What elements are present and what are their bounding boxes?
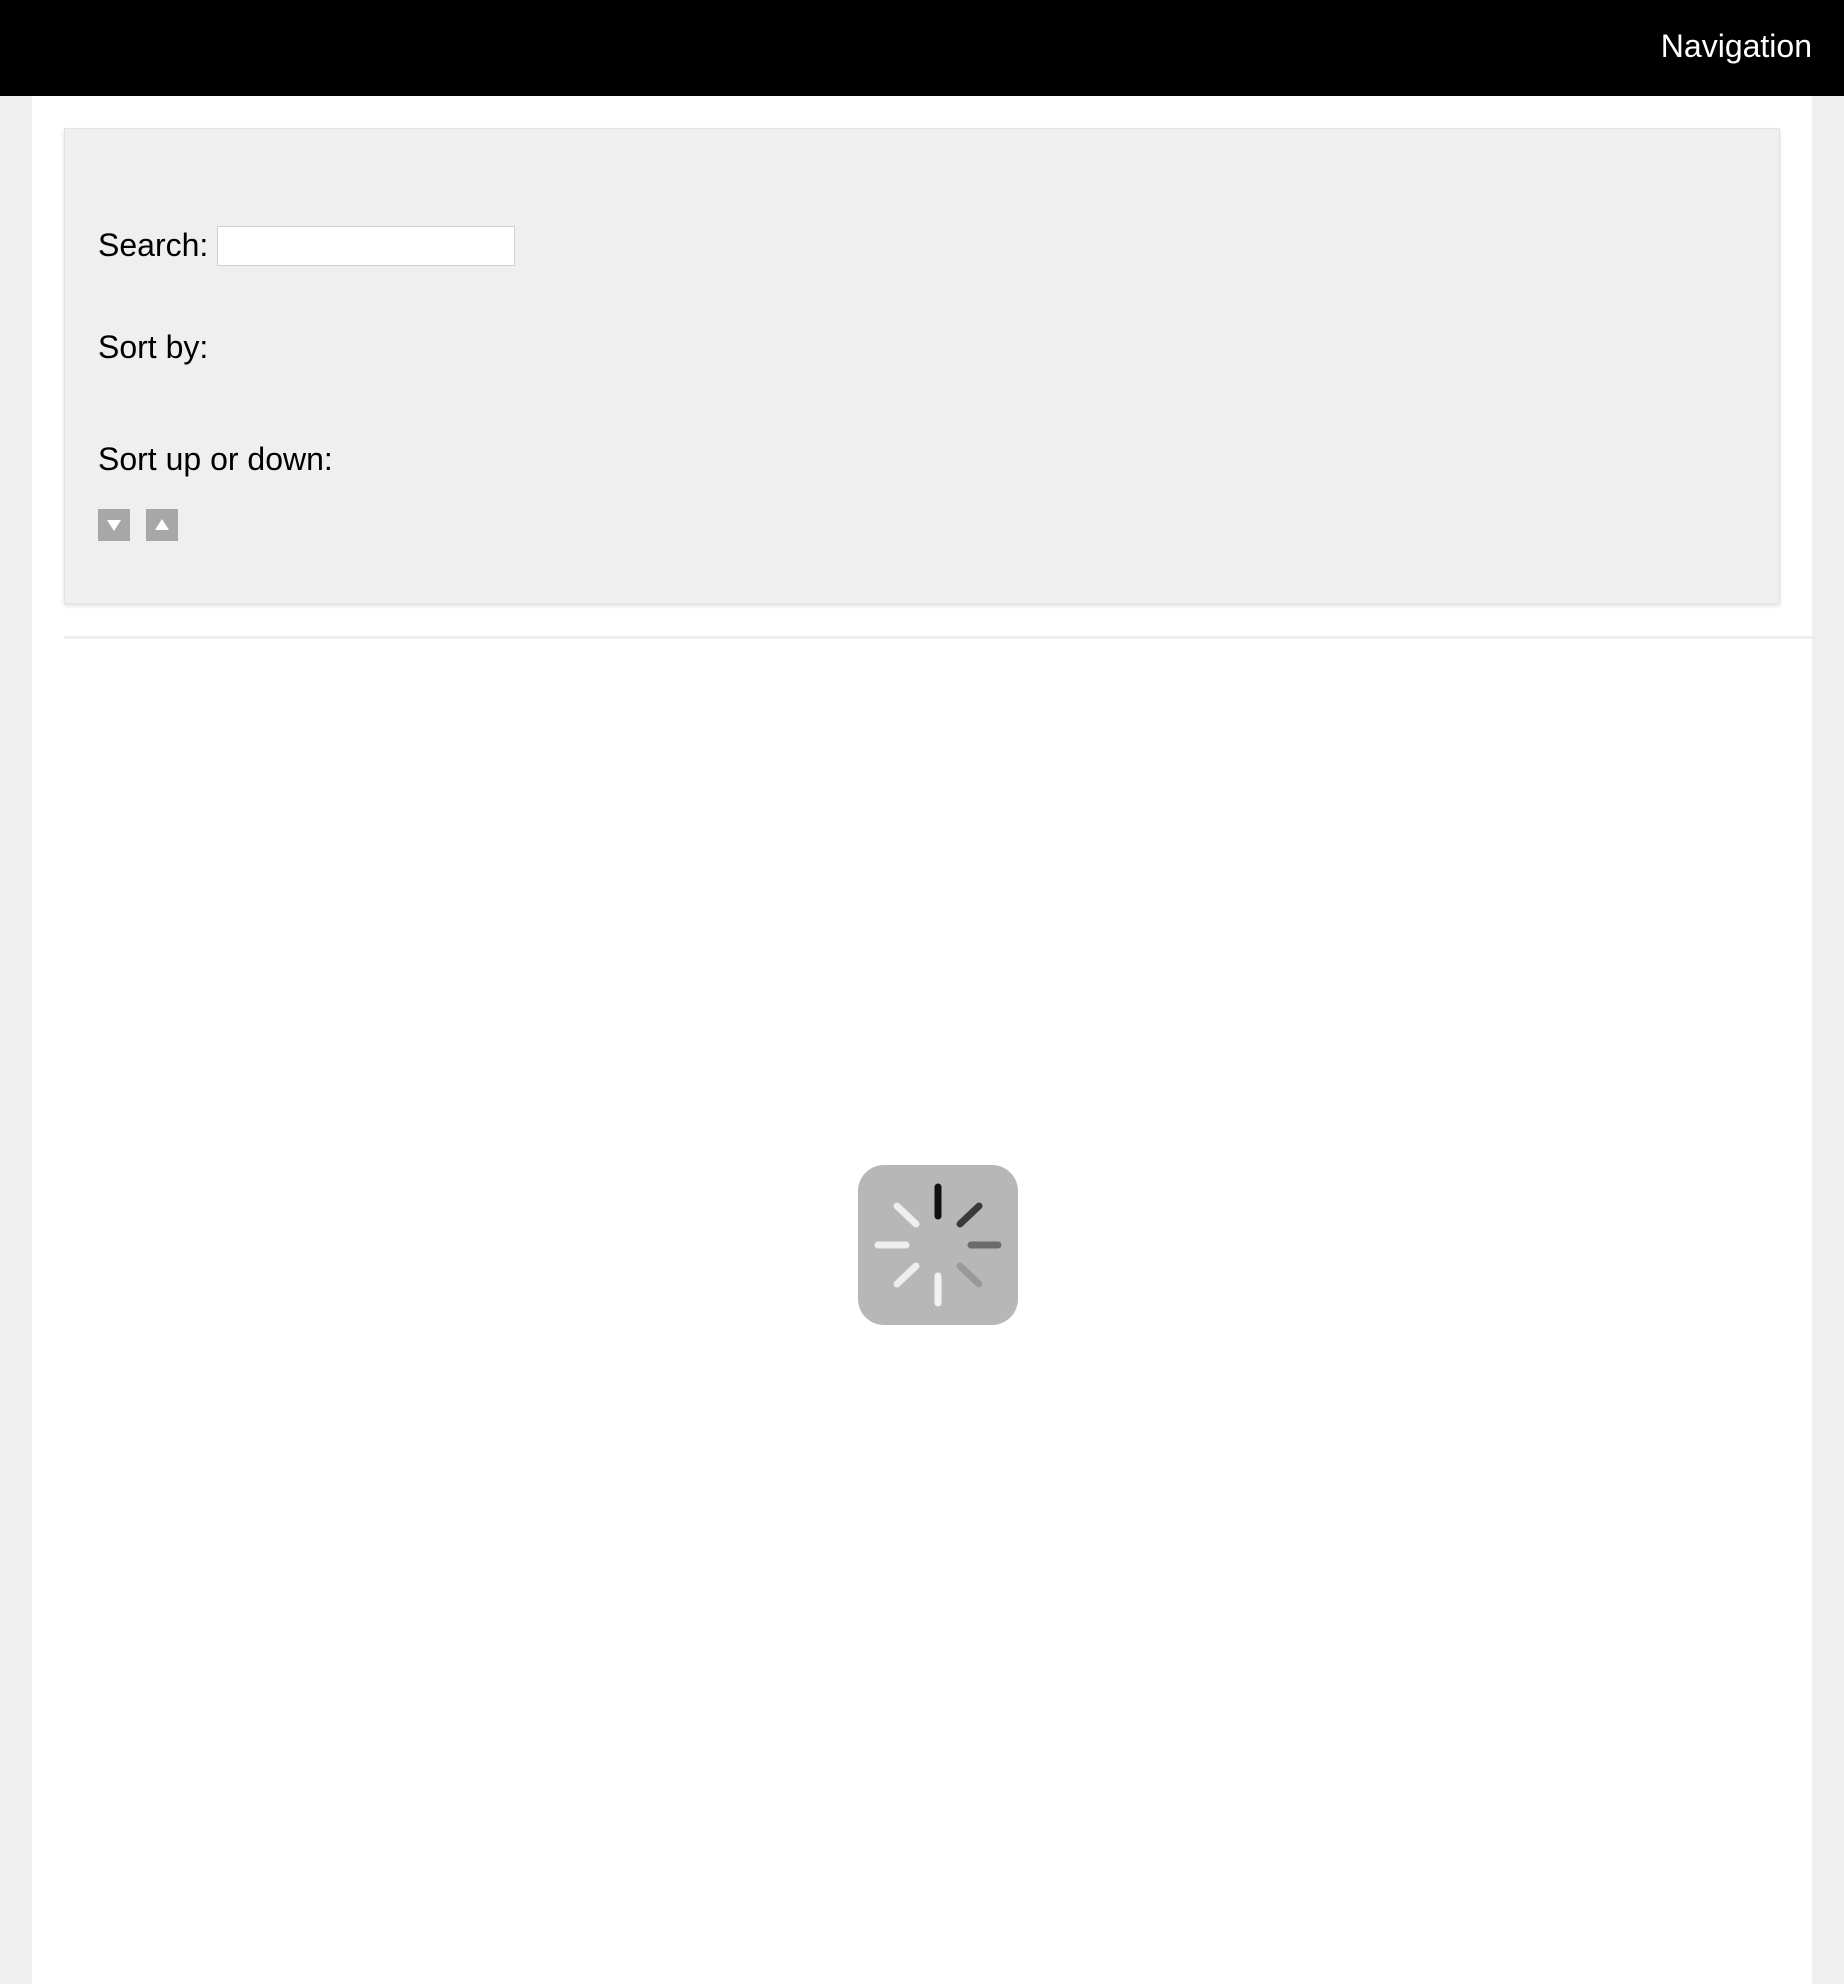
sort-ascending-button[interactable]: [146, 509, 178, 541]
sort-by-label: Sort by:: [98, 329, 209, 365]
search-label: Search:: [98, 227, 209, 263]
triangle-up-icon: [155, 519, 169, 530]
top-navigation-bar: Navigation: [0, 0, 1844, 96]
sort-direction-label: Sort up or down:: [98, 441, 333, 477]
sort-descending-button[interactable]: [98, 509, 130, 541]
navigation-menu-link[interactable]: Navigation: [1661, 26, 1812, 66]
triangle-down-icon: [107, 520, 121, 531]
loading-spinner-icon: [874, 1183, 1002, 1307]
results-divider: [64, 636, 1812, 639]
main-content: Search: Sort by: Sort up or down:: [32, 96, 1812, 1984]
loading-indicator: [858, 1165, 1018, 1325]
filter-panel: Search: Sort by: Sort up or down:: [64, 128, 1780, 604]
search-input[interactable]: [217, 226, 515, 266]
